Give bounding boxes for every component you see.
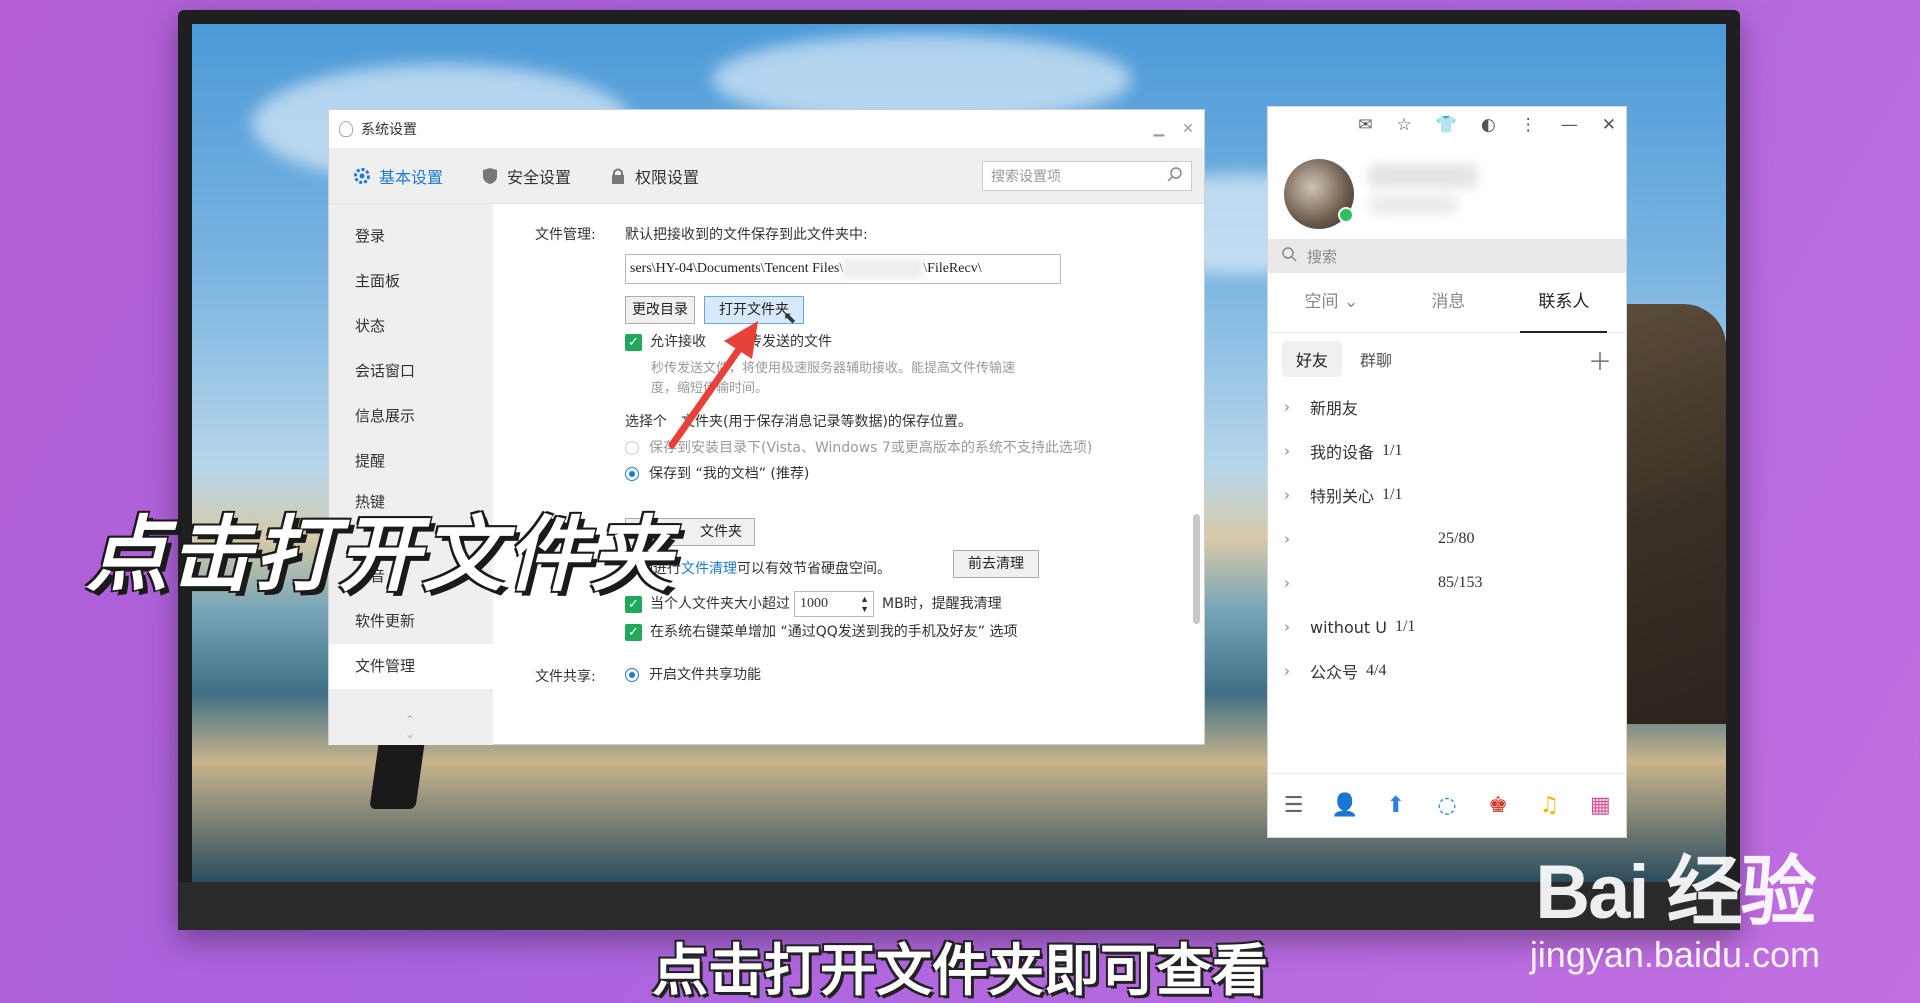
contacts-subtabs: 好友 群聊 ＋ [1268, 333, 1626, 385]
subtab-friends[interactable]: 好友 [1282, 341, 1343, 377]
list-item[interactable]: › 85/153 [1268, 561, 1626, 605]
chevron-right-icon: › [1284, 574, 1290, 592]
baidu-logo: Bai 经验 [1535, 850, 1816, 935]
settings-search-input[interactable]: 搜索设置项 [982, 160, 1192, 191]
nav-status[interactable]: 状态 [329, 304, 493, 349]
tab-label: 基本设置 [379, 167, 444, 187]
monitor-bezel [178, 882, 1740, 930]
tab-security-settings[interactable]: 安全设置 [481, 164, 571, 188]
scroll-arrows-icon[interactable]: ⌃ ⌄ [405, 713, 415, 741]
close-icon[interactable]: ✕ [1182, 121, 1194, 137]
chevron-right-icon: › [1284, 486, 1290, 504]
list-item[interactable]: › 我的设备 1/1 [1268, 429, 1626, 473]
tab-basic-settings[interactable]: 基本设置 [353, 164, 443, 188]
chevron-right-icon: › [1284, 662, 1290, 680]
tab-messages[interactable]: 消息 [1413, 273, 1483, 333]
red-arrow-annotation [668, 321, 758, 449]
shield-icon [481, 167, 499, 185]
star-icon[interactable]: ☆ [1396, 115, 1411, 135]
tab-label: 安全设置 [507, 167, 572, 187]
scrollbar[interactable] [1193, 514, 1200, 624]
mail-icon[interactable]: ✉ [1358, 115, 1372, 135]
go-cleanup-button[interactable]: 前去清理 [953, 550, 1039, 578]
gear-icon [353, 167, 371, 185]
settings-tabbar: 基本设置 安全设置 权限设置 搜索设置项 [329, 148, 1204, 204]
chevron-right-icon: › [1284, 530, 1290, 548]
signature-blurred [1368, 195, 1458, 215]
more-icon[interactable]: ⋮ [1520, 115, 1537, 135]
search-icon [1167, 166, 1183, 186]
qq-tabbar: 空间 ⌄ 消息 联系人 [1268, 273, 1626, 333]
chevron-right-icon: › [1284, 442, 1290, 460]
qq-search-input[interactable]: 搜索 [1268, 239, 1626, 273]
nav-chat-window[interactable]: 会话窗口 [329, 349, 493, 394]
shirt-icon[interactable]: 👕 [1436, 115, 1457, 135]
browser-icon[interactable]: ◌ [1434, 793, 1460, 819]
chevron-right-icon: › [1284, 618, 1290, 636]
subtab-groups[interactable]: 群聊 [1360, 347, 1392, 371]
file-cleanup-link[interactable]: 文件清理 [681, 561, 737, 577]
minimize-icon[interactable]: ▁ [1153, 121, 1164, 137]
size-limit-input[interactable]: 1000 ▲ ▼ [794, 591, 874, 617]
settings-titlebar: 系统设置 ▁ ✕ [329, 110, 1204, 148]
nickname-blurred [1368, 163, 1478, 189]
lock-icon [609, 167, 627, 185]
nav-file-management[interactable]: 文件管理 [329, 644, 493, 689]
moon-icon[interactable]: ◐ [1481, 115, 1496, 135]
context-menu-row[interactable]: ✓ 在系统右键菜单增加 “通过QQ发送到我的手机及好友” 选项 [625, 621, 1017, 641]
file-mgmt-desc: 默认把接收到的文件保存到此文件夹中: [625, 227, 868, 243]
menu-icon[interactable]: ☰ [1281, 793, 1307, 819]
file-share-label: 文件共享: [535, 669, 596, 685]
qq-bottom-toolbar: ☰ 👤 ⬆ ◌ ♚ ♫ ▦ [1268, 773, 1626, 837]
checkbox-checked-icon: ✓ [625, 333, 642, 351]
tab-permission-settings[interactable]: 权限设置 [609, 164, 699, 188]
chevron-right-icon: › [1284, 398, 1290, 416]
list-item[interactable]: › 特别关心 1/1 [1268, 473, 1626, 517]
list-item[interactable]: › 新朋友 [1268, 385, 1626, 429]
watermark-url: jingyan.baidu.com [1529, 934, 1820, 975]
file-mgmt-label: 文件管理: [535, 227, 596, 243]
settings-title: 系统设置 [361, 122, 417, 138]
baidu-watermark: Bai 经验 jingyan.baidu.com [1530, 830, 1820, 976]
list-item[interactable]: › 25/80 [1268, 517, 1626, 561]
qq-logo-icon [339, 121, 353, 137]
add-friend-icon[interactable]: 👤 [1331, 793, 1358, 819]
radio-my-documents[interactable]: 保存到 “我的文档” (推荐) [625, 463, 809, 483]
nav-info-display[interactable]: 信息展示 [329, 394, 493, 439]
file-transfer-icon[interactable]: ⬆ [1383, 793, 1409, 819]
list-item[interactable]: › without U 1/1 [1268, 605, 1626, 649]
list-item[interactable]: › 公众号 4/4 [1268, 649, 1626, 693]
nav-main-panel[interactable]: 主面板 [329, 259, 493, 304]
nav-reminder[interactable]: 提醒 [329, 439, 493, 484]
online-status-icon [1338, 207, 1354, 223]
add-icon[interactable]: ＋ [1588, 342, 1612, 377]
music-icon[interactable]: ♫ [1536, 793, 1562, 819]
spinner-icon[interactable]: ▲ ▼ [860, 594, 869, 614]
game-icon[interactable]: ♚ [1485, 793, 1511, 819]
size-reminder-row[interactable]: ✓ 当个人文件夹大小超过 1000 ▲ ▼ MB时，提醒我清理 [625, 591, 1002, 617]
close-icon[interactable]: ✕ [1602, 115, 1616, 135]
checkbox-checked-icon: ✓ [625, 623, 642, 641]
search-icon [1282, 246, 1297, 266]
radio-file-share[interactable]: 开启文件共享功能 [625, 664, 761, 684]
minimize-icon[interactable]: — [1561, 115, 1578, 135]
cursor-icon: ⬉ [783, 308, 797, 327]
overlay-title: 点击打开文件夹 [86, 508, 674, 603]
settings-content: 文件管理: 默认把接收到的文件保存到此文件夹中: sers\HY-04\Docu… [493, 204, 1204, 745]
tab-contacts[interactable]: 联系人 [1520, 273, 1608, 333]
settings-sidebar: 登录 主面板 状态 会话窗口 信息展示 提醒 热键 声音 软件更新 文件管理 ⌃… [329, 204, 493, 745]
contact-group-list: › 新朋友 › 我的设备 1/1 › 特别关心 1/1 › 25/80 › 85/153 › w… [1268, 385, 1626, 693]
apps-grid-icon[interactable]: ▦ [1587, 793, 1613, 819]
save-path-field[interactable]: sers\HY-04\Documents\Tencent Files\ \File… [625, 254, 1061, 284]
tab-label: 权限设置 [635, 167, 700, 187]
tab-qzone[interactable]: 空间 ⌄ [1287, 273, 1377, 333]
nav-login[interactable]: 登录 [329, 214, 493, 259]
qq-main-panel: ✉ ☆ 👕 ◐ ⋮ — ✕ 搜索 空间 ⌄ 消息 联系人 好友 群聊 ＋ › 新朋… [1267, 106, 1627, 838]
